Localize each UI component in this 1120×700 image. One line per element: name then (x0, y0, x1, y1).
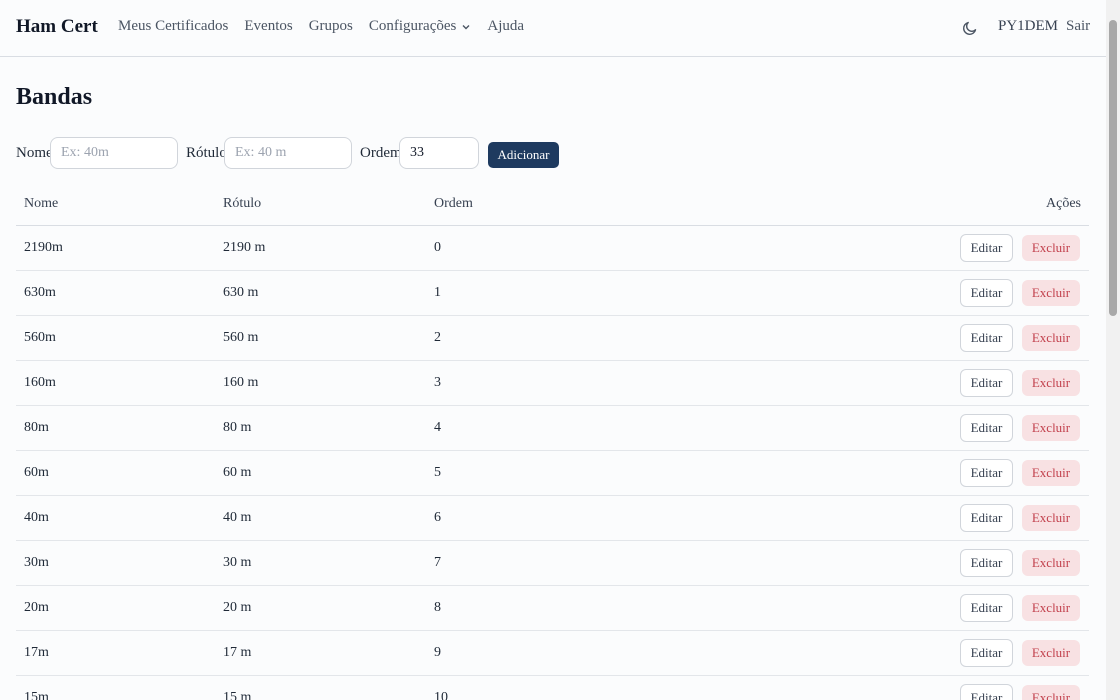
edit-button[interactable]: Editar (960, 234, 1013, 262)
cell-ordem: 10 (434, 690, 448, 700)
cell-nome: 2190m (24, 240, 63, 255)
cell-nome: 15m (24, 690, 49, 700)
page-scrollbar[interactable] (1106, 0, 1120, 700)
edit-button[interactable]: Editar (960, 594, 1013, 622)
table-row: 20m 20 m 8 Editar Excluir (16, 586, 1089, 631)
cell-nome: 60m (24, 465, 49, 480)
nome-input[interactable] (50, 137, 178, 169)
cell-ordem: 8 (434, 600, 441, 615)
top-navbar: Ham Cert Meus Certificados Eventos Grupo… (0, 0, 1106, 57)
edit-button[interactable]: Editar (960, 639, 1013, 667)
cell-ordem: 5 (434, 465, 441, 480)
page-title: Bandas (16, 84, 93, 110)
nav-configuracoes[interactable]: Configurações (369, 18, 471, 35)
cell-nome: 40m (24, 510, 49, 525)
cell-ordem: 9 (434, 645, 441, 660)
moon-icon[interactable] (962, 20, 978, 36)
delete-button[interactable]: Excluir (1022, 235, 1080, 261)
cell-ordem: 0 (434, 240, 441, 255)
cell-nome: 17m (24, 645, 49, 660)
delete-button[interactable]: Excluir (1022, 460, 1080, 486)
nav-eventos[interactable]: Eventos (244, 18, 292, 35)
edit-button[interactable]: Editar (960, 684, 1013, 700)
cell-ordem: 4 (434, 420, 441, 435)
cell-rotulo: 40 m (223, 510, 252, 525)
cell-rotulo: 60 m (223, 465, 252, 480)
header-ordem: Ordem (434, 196, 473, 211)
cell-ordem: 7 (434, 555, 441, 570)
rotulo-input[interactable] (224, 137, 352, 169)
table-header: Nome Rótulo Ordem Ações (16, 182, 1089, 226)
delete-button[interactable]: Excluir (1022, 370, 1080, 396)
nav-grupos[interactable]: Grupos (309, 18, 353, 35)
edit-button[interactable]: Editar (960, 369, 1013, 397)
header-nome: Nome (24, 196, 59, 211)
table-row: 30m 30 m 7 Editar Excluir (16, 541, 1089, 586)
cell-ordem: 6 (434, 510, 441, 525)
delete-button[interactable]: Excluir (1022, 505, 1080, 531)
cell-ordem: 3 (434, 375, 441, 390)
table-row: 630m 630 m 1 Editar Excluir (16, 271, 1089, 316)
bands-table: Nome Rótulo Ordem Ações 2190m 2190 m 0 Edit… (16, 182, 1089, 700)
ordem-label: Ordem (360, 145, 402, 161)
table-row: 560m 560 m 2 Editar Excluir (16, 316, 1089, 361)
nome-label: Nome (16, 145, 53, 161)
cell-rotulo: 2190 m (223, 240, 266, 255)
table-row: 40m 40 m 6 Editar Excluir (16, 496, 1089, 541)
cell-nome: 160m (24, 375, 56, 390)
delete-button[interactable]: Excluir (1022, 415, 1080, 441)
cell-rotulo: 30 m (223, 555, 252, 570)
scrollbar-thumb[interactable] (1109, 20, 1117, 316)
delete-button[interactable]: Excluir (1022, 640, 1080, 666)
delete-button[interactable]: Excluir (1022, 595, 1080, 621)
cell-rotulo: 17 m (223, 645, 252, 660)
header-acoes: Ações (1046, 196, 1081, 211)
rotulo-label: Rótulo (186, 145, 227, 161)
cell-rotulo: 160 m (223, 375, 259, 390)
delete-button[interactable]: Excluir (1022, 550, 1080, 576)
delete-button[interactable]: Excluir (1022, 280, 1080, 306)
edit-button[interactable]: Editar (960, 414, 1013, 442)
cell-nome: 30m (24, 555, 49, 570)
table-body: 2190m 2190 m 0 Editar Excluir 630m 630 m 1 Edita… (16, 226, 1089, 700)
cell-ordem: 2 (434, 330, 441, 345)
nav-configuracoes-label: Configurações (368, 18, 457, 34)
brand-logo[interactable]: Ham Cert (16, 16, 98, 38)
header-rotulo: Rótulo (223, 196, 262, 211)
table-row: 17m 17 m 9 Editar Excluir (16, 631, 1089, 676)
add-button[interactable]: Adicionar (488, 142, 559, 168)
edit-button[interactable]: Editar (960, 324, 1013, 352)
cell-ordem: 1 (434, 285, 441, 300)
cell-nome: 80m (24, 420, 49, 435)
cell-rotulo: 630 m (223, 285, 259, 300)
edit-button[interactable]: Editar (960, 504, 1013, 532)
nav-meus-certificados[interactable]: Meus Certificados (118, 18, 228, 35)
delete-button[interactable]: Excluir (1022, 325, 1080, 351)
delete-button[interactable]: Excluir (1022, 685, 1080, 700)
cell-rotulo: 560 m (223, 330, 259, 345)
cell-nome: 630m (24, 285, 56, 300)
edit-button[interactable]: Editar (960, 279, 1013, 307)
table-row: 80m 80 m 4 Editar Excluir (16, 406, 1089, 451)
table-row: 2190m 2190 m 0 Editar Excluir (16, 226, 1089, 271)
user-callsign[interactable]: PY1DEM (998, 18, 1058, 35)
table-row: 60m 60 m 5 Editar Excluir (16, 451, 1089, 496)
cell-rotulo: 80 m (223, 420, 252, 435)
cell-rotulo: 15 m (223, 690, 252, 700)
cell-nome: 20m (24, 600, 49, 615)
table-row: 160m 160 m 3 Editar Excluir (16, 361, 1089, 406)
edit-button[interactable]: Editar (960, 459, 1013, 487)
cell-nome: 560m (24, 330, 56, 345)
table-row: 15m 15 m 10 Editar Excluir (16, 676, 1089, 700)
chevron-down-icon (462, 24, 470, 30)
ordem-input[interactable] (399, 137, 479, 169)
edit-button[interactable]: Editar (960, 549, 1013, 577)
cell-rotulo: 20 m (223, 600, 252, 615)
nav-links: Meus Certificados Eventos Grupos Configu… (118, 18, 524, 35)
logout-link[interactable]: Sair (1066, 18, 1090, 35)
nav-ajuda[interactable]: Ajuda (487, 18, 524, 35)
